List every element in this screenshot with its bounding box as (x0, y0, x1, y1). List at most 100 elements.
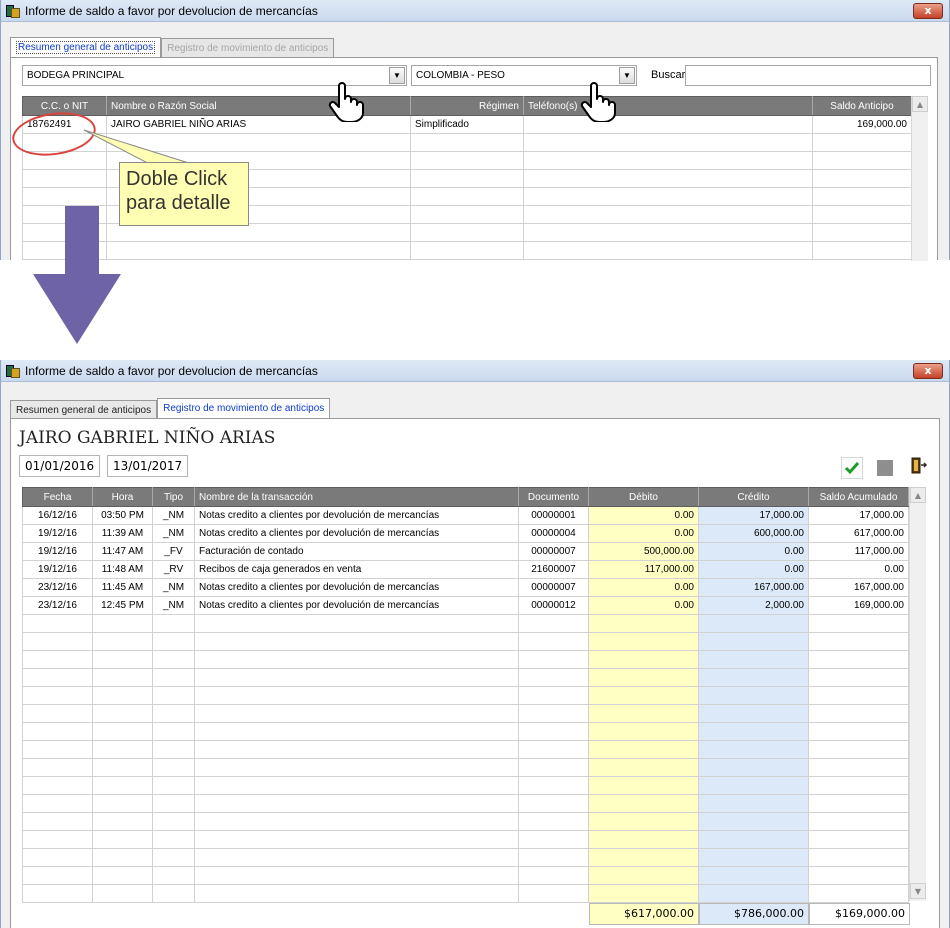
table-row[interactable] (22, 722, 909, 741)
cell-hora: 11:45 AM (92, 578, 153, 597)
col-header-fecha[interactable]: Fecha (22, 487, 93, 507)
callout-tooltip: Doble Click para detalle (119, 162, 249, 226)
cell-credito: 600,000.00 (698, 524, 809, 543)
cell-nombre: Notas credito a clientes por devolución … (194, 578, 519, 597)
gray-square-icon[interactable] (874, 457, 896, 479)
col-header-debito[interactable]: Débito (588, 487, 699, 507)
movements-scrollbar[interactable]: ▲ ▼ (909, 487, 926, 901)
table-row[interactable]: 23/12/16 12:45 PM _NM Notas credito a cl… (22, 596, 909, 615)
col-header-phone[interactable]: Teléfono(s) (523, 96, 813, 116)
table-row[interactable] (22, 704, 909, 723)
col-header-hora[interactable]: Hora (92, 487, 153, 507)
cell-tipo: _NM (152, 506, 195, 525)
cell-documento: 00000004 (518, 524, 589, 543)
cell-fecha: 23/12/16 (22, 578, 93, 597)
total-debito: $617,000.00 (589, 903, 699, 925)
table-row[interactable] (22, 794, 909, 813)
cell-balance: 169,000.00 (812, 115, 912, 134)
date-from-field[interactable]: 01/01/2016 (19, 455, 101, 477)
scroll-up-icon[interactable]: ▲ (910, 487, 926, 503)
col-header-saldo[interactable]: Saldo Acumulado (808, 487, 909, 507)
close-button[interactable]: x (913, 363, 943, 379)
table-row[interactable]: 19/12/16 11:48 AM _RV Recibos de caja ge… (22, 560, 909, 579)
col-header-tipo[interactable]: Tipo (152, 487, 195, 507)
col-header-balance[interactable]: Saldo Anticipo (812, 96, 912, 116)
hand-pointer-icon (328, 82, 364, 122)
cell-nombre: Notas credito a clientes por devolución … (194, 524, 519, 543)
date-to-field[interactable]: 13/01/2017 (107, 455, 189, 477)
table-row[interactable] (22, 223, 912, 242)
detail-panel: JAIRO GABRIEL NIÑO ARIAS 01/01/2016 13/0… (10, 418, 940, 928)
cell-debito: 0.00 (588, 524, 699, 543)
table-row[interactable] (22, 632, 909, 651)
window-title: Informe de saldo a favor por devolucion … (25, 363, 318, 378)
cell-debito: 500,000.00 (588, 542, 699, 561)
cell-fecha: 16/12/16 (22, 506, 93, 525)
col-header-regime[interactable]: Régimen (410, 96, 524, 116)
table-row[interactable] (22, 866, 909, 885)
search-input[interactable] (685, 65, 931, 86)
table-row[interactable] (22, 614, 909, 633)
callout-line1: Doble Click (126, 168, 228, 190)
person-name: JAIRO GABRIEL NIÑO ARIAS (19, 428, 276, 448)
tab-summary[interactable]: Resumen general de anticipos (10, 400, 158, 420)
table-row[interactable] (22, 776, 909, 795)
table-row[interactable]: 19/12/16 11:39 AM _NM Notas credito a cl… (22, 524, 909, 543)
cell-credito: 167,000.00 (698, 578, 809, 597)
col-header-documento[interactable]: Documento (518, 487, 589, 507)
table-row[interactable] (22, 241, 912, 260)
table-row[interactable]: 19/12/16 11:47 AM _FV Facturación de con… (22, 542, 909, 561)
table-row[interactable] (22, 650, 909, 669)
col-header-nombre[interactable]: Nombre de la transacción (194, 487, 519, 507)
total-credito: $786,000.00 (699, 903, 809, 925)
cell-nombre: Notas credito a clientes por devolución … (194, 596, 519, 615)
tab-movements[interactable]: Registro de movimiento de anticipos (157, 398, 331, 420)
table-row[interactable] (22, 740, 909, 759)
detail-window: Informe de saldo a favor por devolucion … (0, 360, 950, 928)
close-button[interactable]: x (913, 3, 943, 19)
table-row[interactable]: 16/12/16 03:50 PM _NM Notas credito a cl… (22, 506, 909, 525)
tab-summary[interactable]: Resumen general de anticipos (10, 37, 162, 58)
scroll-up-icon[interactable]: ▲ (912, 96, 928, 112)
cell-documento: 00000001 (518, 506, 589, 525)
purple-down-arrow (33, 206, 121, 344)
cell-documento: 00000007 (518, 578, 589, 597)
cell-hora: 12:45 PM (92, 596, 153, 615)
cell-credito: 2,000.00 (698, 596, 809, 615)
cell-tipo: _FV (152, 542, 195, 561)
cell-fecha: 19/12/16 (22, 560, 93, 579)
cell-tipo: _NM (152, 578, 195, 597)
table-row[interactable] (22, 758, 909, 777)
movements-table: Fecha Hora Tipo Nombre de la transacción… (22, 487, 909, 903)
cell-saldo: 0.00 (808, 560, 909, 579)
cell-hora: 11:48 AM (92, 560, 153, 579)
cell-saldo: 117,000.00 (808, 542, 909, 561)
green-check-icon[interactable] (841, 457, 863, 479)
cell-nombre: Recibos de caja generados en venta (194, 560, 519, 579)
chevron-down-icon[interactable]: ▼ (389, 67, 405, 84)
cell-phone (523, 115, 813, 134)
table-row[interactable] (22, 668, 909, 687)
cell-fecha: 23/12/16 (22, 596, 93, 615)
exit-door-icon[interactable] (907, 455, 929, 477)
col-header-credito[interactable]: Crédito (698, 487, 809, 507)
cell-tipo: _NM (152, 596, 195, 615)
cell-saldo: 17,000.00 (808, 506, 909, 525)
table-row[interactable] (22, 686, 909, 705)
cell-saldo: 617,000.00 (808, 524, 909, 543)
total-saldo: $169,000.00 (809, 903, 910, 925)
tab-movements[interactable]: Registro de movimiento de anticipos (161, 38, 335, 58)
chevron-down-icon[interactable]: ▼ (619, 67, 635, 84)
title-bar: Informe de saldo a favor por devolucion … (1, 360, 949, 382)
cell-documento: 00000007 (518, 542, 589, 561)
cell-tipo: _NM (152, 524, 195, 543)
table-row[interactable] (22, 848, 909, 867)
table-row[interactable] (22, 884, 909, 903)
table-row[interactable] (22, 830, 909, 849)
scroll-down-icon[interactable]: ▼ (910, 883, 926, 899)
summary-scrollbar[interactable]: ▲ (911, 96, 928, 261)
cell-saldo: 169,000.00 (808, 596, 909, 615)
table-row[interactable]: 23/12/16 11:45 AM _NM Notas credito a cl… (22, 578, 909, 597)
table-row[interactable] (22, 812, 909, 831)
hand-pointer-icon (580, 82, 616, 122)
